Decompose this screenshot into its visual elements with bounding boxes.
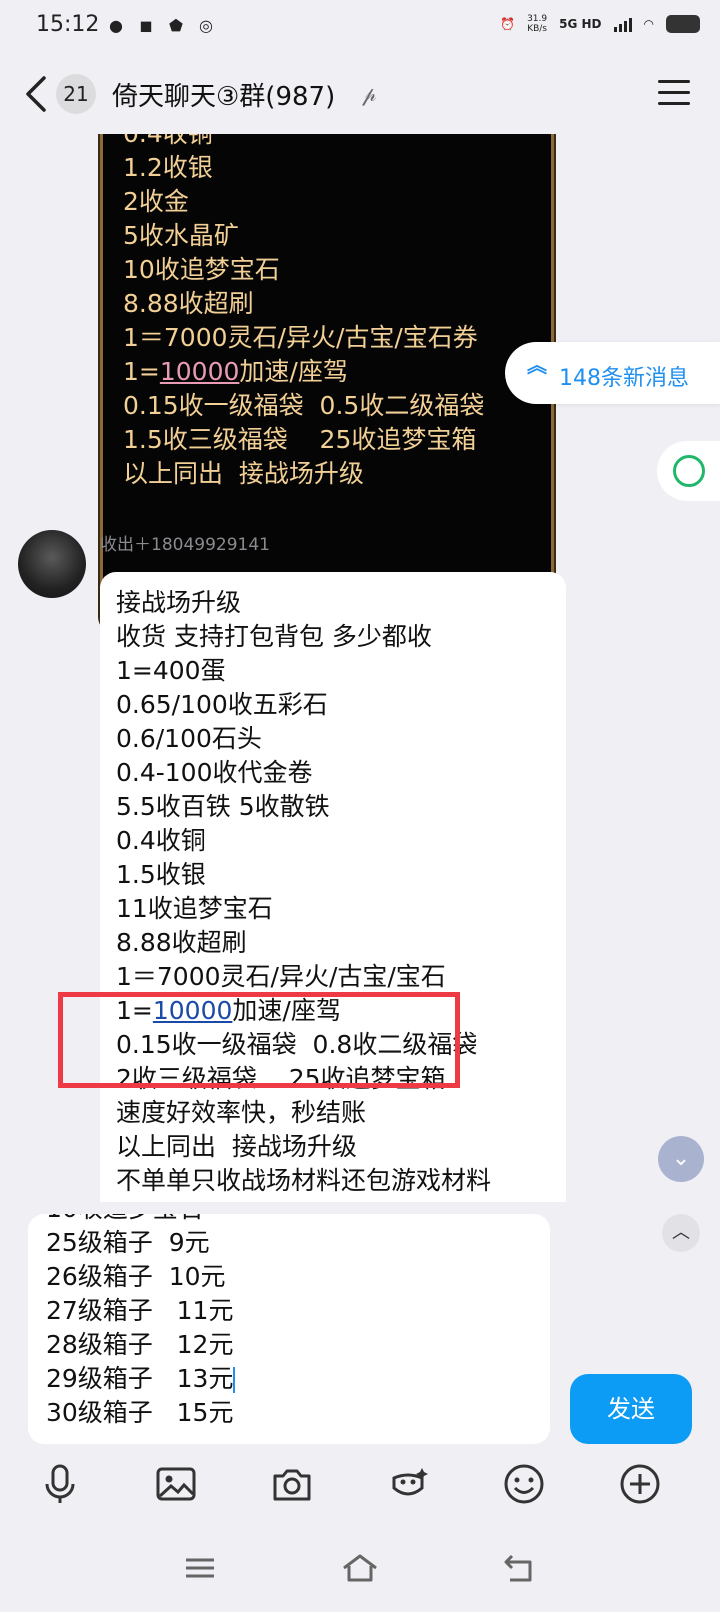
chevron-up-icon: ︿ — [672, 1222, 690, 1243]
emoji-button[interactable] — [502, 1462, 546, 1506]
recent-apps-button[interactable] — [180, 1552, 220, 1584]
sender-name[interactable]: 收出＋18049929141 — [100, 530, 270, 555]
network-type: 5G HD — [559, 17, 602, 31]
chat-area[interactable]: 0.4收铜 1.2收银 2收金 5收水晶矿 10收追梦宝石 8.88收超刷 1＝… — [0, 134, 720, 1202]
home-icon — [343, 1554, 377, 1582]
shield-icon: ⬟ — [169, 16, 183, 35]
emoji-icon — [504, 1464, 544, 1504]
avatar[interactable] — [18, 530, 86, 598]
camera-button[interactable] — [270, 1462, 314, 1506]
network-speed: 31.9 KB/s — [527, 14, 548, 34]
camera-icon — [273, 1469, 311, 1501]
plus-icon — [620, 1464, 660, 1504]
input-toolbar — [0, 1452, 720, 1522]
voice-button[interactable] — [38, 1462, 82, 1506]
image-icon — [156, 1467, 196, 1501]
more-button[interactable] — [618, 1462, 662, 1506]
menu-button[interactable] — [658, 80, 690, 106]
chevron-left-icon — [26, 76, 46, 112]
highlight-box — [58, 992, 460, 1088]
group-title[interactable]: 倚天聊天③群(987) — [112, 76, 335, 113]
green-logo-icon — [673, 455, 705, 487]
signal-icon — [613, 16, 632, 32]
chevron-down-icon: ⌄ — [671, 1146, 691, 1171]
text-caret — [233, 1367, 236, 1393]
double-chevron-up-icon: ︽ — [527, 353, 547, 377]
microphone-icon — [45, 1464, 75, 1503]
alipay-icon: ◼ — [139, 16, 153, 35]
back-nav-button[interactable] — [500, 1552, 540, 1584]
message-bubble[interactable]: 接战场升级 收货 支持打包背包 多少都收 1=400蛋 0.65/100收五彩石… — [100, 572, 566, 1202]
menu-lines-icon — [186, 1558, 214, 1578]
alarm-icon: ⏰ — [500, 17, 516, 31]
wifi-icon: ◠ — [643, 17, 654, 31]
back-arrow-icon — [504, 1554, 532, 1582]
album-button[interactable] — [154, 1462, 198, 1506]
new-messages-button[interactable]: ︽ 148条新消息 — [505, 342, 720, 404]
unread-count-badge[interactable]: 21 — [56, 74, 96, 114]
sticker-icon — [392, 1468, 428, 1496]
collapse-button[interactable]: ︿ — [662, 1214, 700, 1252]
back-button[interactable] — [22, 74, 52, 114]
chat-header: 21 倚天聊天③群(987) 𝓅 — [0, 52, 720, 134]
message-input[interactable]: 10收追梦宝石 25级箱子 9元 26级箱子 10元 27级箱子 11元 28级… — [28, 1214, 550, 1444]
ear-icon: 𝓅 — [362, 82, 377, 106]
side-app-button[interactable] — [657, 441, 720, 501]
sticker-button[interactable] — [386, 1462, 430, 1506]
battery-icon — [666, 15, 700, 33]
system-nav-bar — [0, 1522, 720, 1612]
app-icon: ◎ — [199, 16, 213, 35]
scroll-down-button[interactable]: ⌄ — [658, 1136, 704, 1182]
send-button[interactable]: 发送 — [570, 1374, 692, 1444]
status-time: 15:12 — [36, 12, 100, 37]
image-message[interactable]: 0.4收铜 1.2收银 2收金 5收水晶矿 10收追梦宝石 8.88收超刷 1＝… — [100, 134, 554, 631]
wechat-icon: ● — [109, 16, 123, 35]
input-area: 10收追梦宝石 25级箱子 9元 26级箱子 10元 27级箱子 11元 28级… — [0, 1202, 720, 1452]
home-button[interactable] — [340, 1552, 380, 1584]
status-bar: 15:12 ● ◼ ⬟ ◎ ⏰ 31.9 KB/s 5G HD ◠ — [0, 0, 720, 52]
